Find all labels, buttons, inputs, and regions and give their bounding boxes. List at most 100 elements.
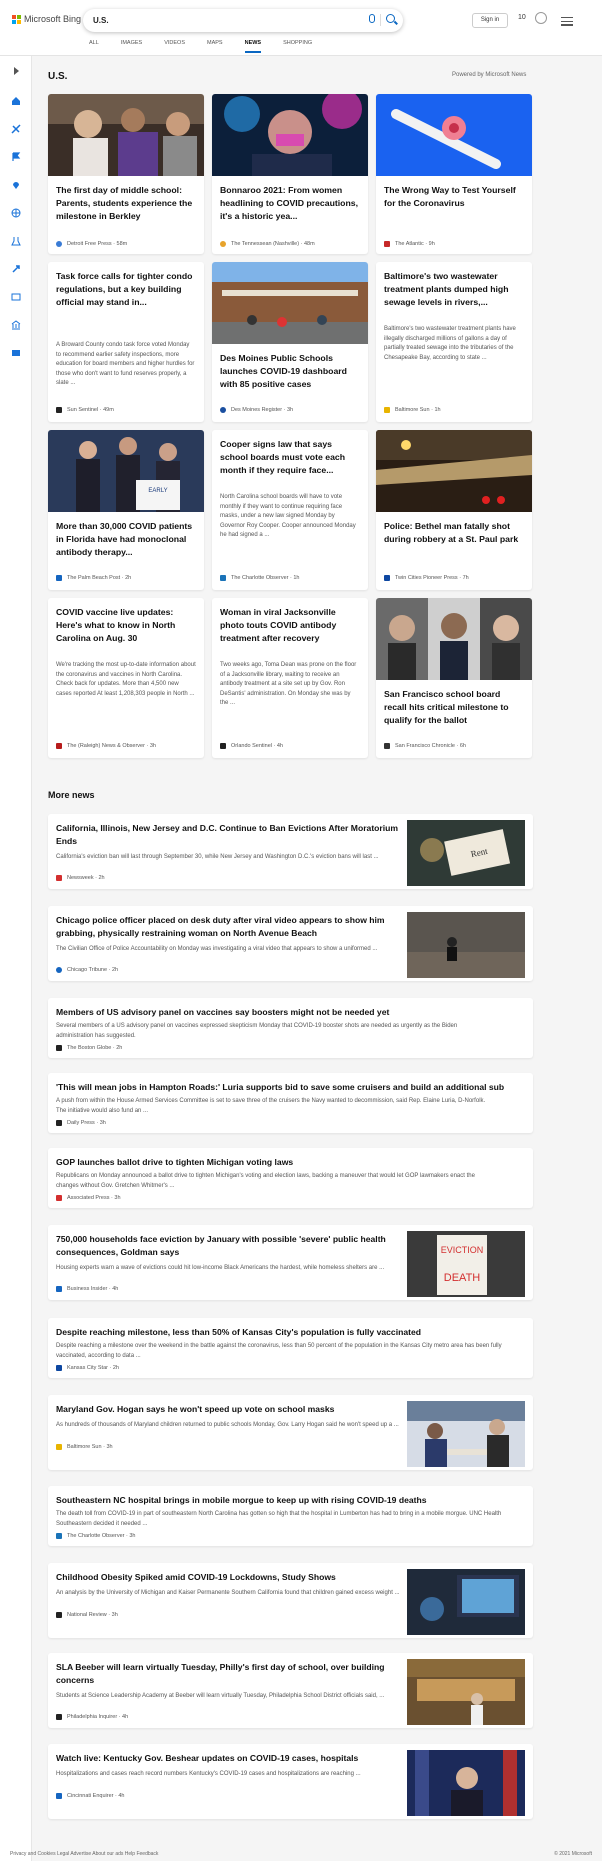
row-title[interactable]: Chicago police officer placed on desk du… [56,914,401,940]
tab-videos[interactable]: VIDEOS [164,40,185,53]
row-source[interactable]: Philadelphia Inquirer · 4h [56,1714,128,1720]
row-source[interactable]: The Boston Globe · 2h [56,1045,122,1051]
microphone-icon[interactable] [369,14,375,23]
card-source[interactable]: Detroit Free Press · 58m [56,241,127,247]
news-row[interactable]: Childhood Obesity Spiked amid COVID-19 L… [48,1563,533,1638]
source-logo-icon [56,1444,62,1450]
row-title[interactable]: Watch live: Kentucky Gov. Beshear update… [56,1752,401,1765]
card-title[interactable]: Baltimore's two wastewater treatment pla… [384,270,524,309]
rewards-trophy-icon[interactable] [535,12,547,24]
card-title[interactable]: Bonnaroo 2021: From women headlining to … [220,184,360,223]
news-card[interactable]: Task force calls for tighter condo regul… [48,262,204,422]
card-title[interactable]: Cooper signs law that says school boards… [220,438,360,477]
card-title[interactable]: Des Moines Public Schools launches COVID… [220,352,360,391]
expand-arrow-icon[interactable] [11,66,21,76]
news-row[interactable]: SLA Beeber will learn virtually Tuesday,… [48,1653,533,1728]
wallet-icon[interactable] [11,348,21,358]
card-source[interactable]: San Francisco Chronicle · 6h [384,743,466,749]
row-title[interactable]: GOP launches ballot drive to tighten Mic… [56,1156,526,1169]
card-title[interactable]: The first day of middle school: Parents,… [56,184,196,223]
row-title[interactable]: Despite reaching milestone, less than 50… [56,1326,526,1339]
news-row[interactable]: Southeastern NC hospital brings in mobil… [48,1486,533,1546]
news-row[interactable]: 750,000 households face eviction by Janu… [48,1225,533,1300]
search-icon[interactable] [386,14,395,23]
sign-in-button[interactable]: Sign in [472,13,508,28]
news-row[interactable]: California, Illinois, New Jersey and D.C… [48,814,533,889]
card-source[interactable]: Des Moines Register · 3h [220,407,293,413]
bing-logo[interactable]: Microsoft Bing [12,14,81,24]
news-row[interactable]: Maryland Gov. Hogan says he won't speed … [48,1395,533,1470]
row-source[interactable]: Kansas City Star · 2h [56,1365,119,1371]
news-card[interactable]: The Wrong Way to Test Yourself for the C… [376,94,532,254]
card-source[interactable]: Twin Cities Pioneer Press · 7h [384,575,469,581]
card-source[interactable]: The Charlotte Observer · 1h [220,575,299,581]
search-input[interactable]: U.S. [83,9,403,32]
news-card[interactable]: EARLY More than 30,000 COVID patients in… [48,430,204,590]
news-card[interactable]: The first day of middle school: Parents,… [48,94,204,254]
news-card[interactable]: Bonnaroo 2021: From women headlining to … [212,94,368,254]
card-title[interactable]: The Wrong Way to Test Yourself for the C… [384,184,524,210]
news-card[interactable]: Baltimore's two wastewater treatment pla… [376,262,532,422]
news-row[interactable]: Despite reaching milestone, less than 50… [48,1318,533,1378]
tab-news[interactable]: NEWS [244,40,262,53]
card-source[interactable]: Sun Sentinel · 49m [56,407,114,413]
row-title[interactable]: 'This will mean jobs in Hampton Roads:' … [56,1081,531,1094]
card-title[interactable]: Woman in viral Jacksonville photo touts … [220,606,360,645]
tab-shopping[interactable]: SHOPPING [283,40,312,53]
card-title[interactable]: COVID vaccine live updates: Here's what … [56,606,196,645]
home-icon[interactable] [11,96,21,106]
row-source[interactable]: Business Insider · 4h [56,1286,118,1292]
news-card[interactable]: COVID vaccine live updates: Here's what … [48,598,204,758]
news-row[interactable]: Chicago police officer placed on desk du… [48,906,533,981]
card-title[interactable]: More than 30,000 COVID patients in Flori… [56,520,196,559]
row-title[interactable]: Members of US advisory panel on vaccines… [56,1006,526,1019]
card-source[interactable]: The Tennessean (Nashville) · 48m [220,241,315,247]
powered-by-label[interactable]: Powered by Microsoft News [452,72,526,78]
globe-icon[interactable] [11,208,21,218]
card-source[interactable]: Orlando Sentinel · 4h [220,743,283,749]
row-source[interactable]: Cincinnati Enquirer · 4h [56,1793,124,1799]
row-source[interactable]: Baltimore Sun · 3h [56,1444,113,1450]
row-source[interactable]: Associated Press · 3h [56,1195,121,1201]
news-card[interactable]: Cooper signs law that says school boards… [212,430,368,590]
row-title[interactable]: SLA Beeber will learn virtually Tuesday,… [56,1661,401,1687]
row-title[interactable]: Childhood Obesity Spiked amid COVID-19 L… [56,1571,401,1584]
card-source[interactable]: The (Raleigh) News & Observer · 3h [56,743,156,749]
row-source[interactable]: The Charlotte Observer · 3h [56,1533,135,1539]
rewards-count[interactable]: 10 [518,14,526,21]
hamburger-menu-icon[interactable] [561,17,573,28]
news-card[interactable]: San Francisco school board recall hits c… [376,598,532,758]
news-card[interactable]: Woman in viral Jacksonville photo touts … [212,598,368,758]
rocket-icon[interactable] [11,264,21,274]
row-title[interactable]: Southeastern NC hospital brings in mobil… [56,1494,526,1507]
card-title[interactable]: San Francisco school board recall hits c… [384,688,524,727]
film-icon[interactable] [11,292,21,302]
card-title[interactable]: Task force calls for tighter condo regul… [56,270,196,309]
row-source[interactable]: Newsweek · 2h [56,875,105,881]
bank-icon[interactable] [11,320,21,330]
news-card[interactable]: Police: Bethel man fatally shot during r… [376,430,532,590]
row-source[interactable]: Chicago Tribune · 2h [56,967,118,973]
news-row[interactable]: Watch live: Kentucky Gov. Beshear update… [48,1744,533,1819]
tab-maps[interactable]: MAPS [207,40,223,53]
card-source[interactable]: The Atlantic · 9h [384,241,435,247]
footer-links[interactable]: Privacy and Cookies Legal Advertise Abou… [10,1851,158,1857]
card-title[interactable]: Police: Bethel man fatally shot during r… [384,520,524,546]
science-icon[interactable] [11,236,21,246]
news-row[interactable]: Members of US advisory panel on vaccines… [48,998,533,1058]
tab-all[interactable]: ALL [89,40,99,53]
flag-icon[interactable] [11,152,21,162]
news-row[interactable]: 'This will mean jobs in Hampton Roads:' … [48,1073,533,1133]
tab-images[interactable]: IMAGES [121,40,142,53]
news-card[interactable]: Des Moines Public Schools launches COVID… [212,262,368,422]
news-row[interactable]: GOP launches ballot drive to tighten Mic… [48,1148,533,1208]
row-source[interactable]: National Review · 3h [56,1612,118,1618]
row-title[interactable]: Maryland Gov. Hogan says he won't speed … [56,1403,401,1416]
row-title[interactable]: California, Illinois, New Jersey and D.C… [56,822,401,848]
location-pin-icon[interactable] [11,180,21,190]
row-source[interactable]: Daily Press · 3h [56,1120,106,1126]
card-source[interactable]: The Palm Beach Post · 2h [56,575,131,581]
card-source[interactable]: Baltimore Sun · 1h [384,407,441,413]
row-title[interactable]: 750,000 households face eviction by Janu… [56,1233,401,1259]
tools-icon[interactable] [11,124,21,134]
